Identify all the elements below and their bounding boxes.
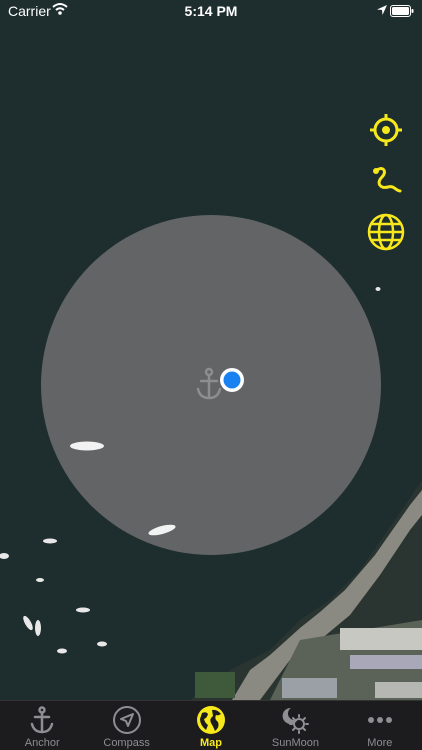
globe-icon [196, 705, 226, 735]
boat [43, 538, 57, 544]
tab-more[interactable]: More [338, 701, 422, 750]
sunmoon-icon [280, 705, 310, 735]
location-arrow-icon [377, 5, 387, 15]
tab-bar: Anchor Compass Map SunMoon More [0, 700, 422, 750]
boat [35, 620, 41, 636]
anchor-radius-circle [41, 215, 381, 555]
screen: Carrier 5:14 PM Anchor Compass Map SunMo… [0, 0, 422, 750]
compass-icon [112, 705, 142, 735]
tab-anchor[interactable]: Anchor [0, 701, 84, 750]
trees [195, 672, 235, 698]
track-icon [373, 167, 402, 193]
tab-label: SunMoon [271, 737, 319, 749]
clock: 5:14 PM [184, 3, 238, 19]
battery-icon [390, 5, 414, 17]
tab-label: Compass [103, 737, 150, 749]
tab-map[interactable]: Map [169, 701, 253, 750]
boat [97, 641, 107, 647]
anchor-icon [27, 705, 57, 735]
building [340, 628, 422, 650]
crosshair-icon [370, 114, 402, 146]
center-location-button[interactable] [364, 108, 408, 152]
boat [57, 648, 67, 654]
boat [70, 441, 104, 451]
boat [36, 578, 44, 582]
globe-icon [367, 213, 405, 251]
building [350, 655, 422, 669]
building [282, 678, 337, 698]
satellite-map[interactable] [0, 0, 422, 700]
building [375, 682, 422, 698]
tab-label: Map [200, 737, 223, 749]
map-type-button[interactable] [364, 210, 408, 254]
tab-label: Anchor [24, 737, 60, 749]
boat [76, 607, 90, 613]
more-icon [365, 705, 395, 735]
tab-sunmoon[interactable]: SunMoon [253, 701, 337, 750]
tab-compass[interactable]: Compass [84, 701, 168, 750]
tab-label: More [367, 737, 393, 749]
track-button[interactable] [364, 159, 408, 203]
status-bar: Carrier 5:14 PM [0, 0, 422, 24]
buoy [375, 287, 381, 291]
current-location-dot [223, 371, 241, 389]
